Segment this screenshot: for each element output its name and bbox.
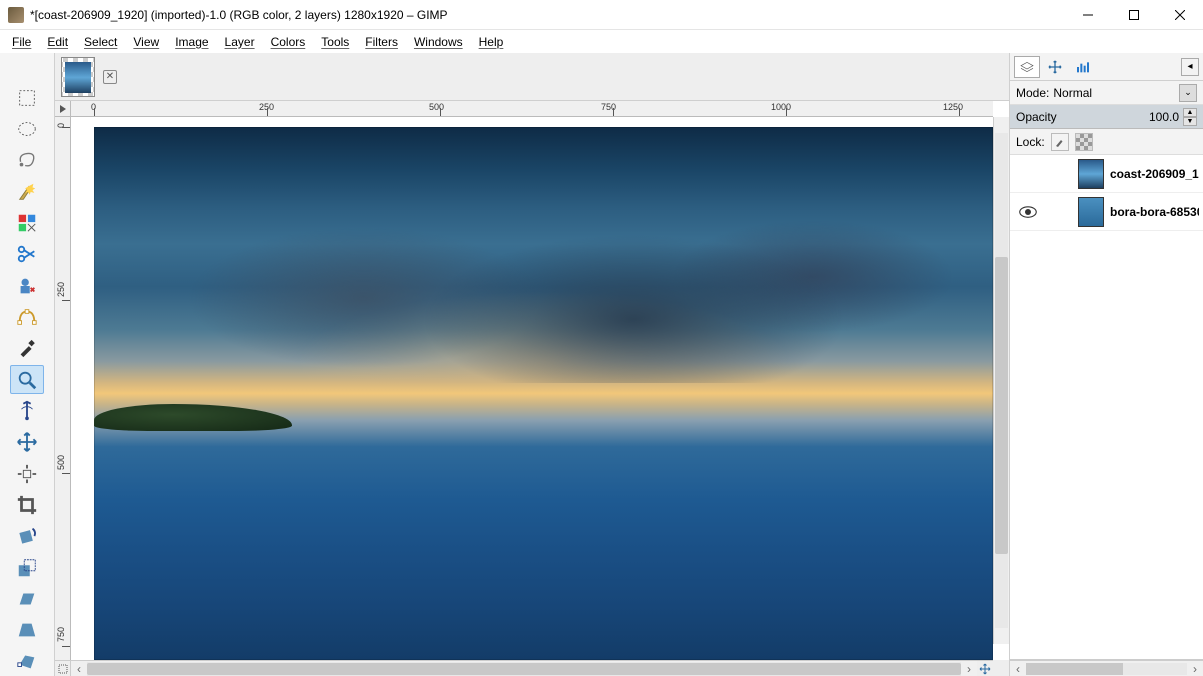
move-icon [979,663,991,675]
scroll-right-arrow[interactable]: › [961,662,977,676]
rotate-tool[interactable] [10,522,44,551]
layers-tab[interactable] [1014,56,1040,78]
ruler-origin[interactable] [55,101,71,117]
channels-tab[interactable] [1042,56,1068,78]
paths-tool[interactable] [10,302,44,331]
menu-colors[interactable]: Colors [263,32,314,52]
scale-tool[interactable] [10,553,44,582]
ruler-vertical[interactable]: 0 250 500 750 [55,117,71,660]
window-title: *[coast-206909_1920] (imported)-1.0 (RGB… [30,8,448,22]
close-button[interactable] [1157,0,1203,30]
toolbox [0,53,55,676]
mode-value: Normal [1049,86,1179,100]
title-bar: *[coast-206909_1920] (imported)-1.0 (RGB… [0,0,1203,30]
image-tabs: ✕ [55,53,1009,101]
lock-alpha-toggle[interactable] [1075,133,1093,151]
eye-icon [1019,205,1037,219]
vertical-scrollbar[interactable] [993,117,1009,644]
menu-edit[interactable]: Edit [39,32,76,52]
shear-tool[interactable] [10,584,44,613]
layer-thumbnail [1078,159,1104,189]
scroll-corner [993,660,1009,676]
quick-mask-icon [58,664,68,674]
quick-mask-toggle[interactable] [55,660,71,676]
canvas-viewport[interactable] [71,117,993,660]
move-icon [1047,59,1063,75]
maximize-button[interactable] [1111,0,1157,30]
paths-tab[interactable] [1070,56,1096,78]
ruler-horizontal[interactable]: 0 250 500 750 1000 1250 [71,101,993,117]
opacity-row[interactable]: Opacity 100.0 ▲▼ [1010,105,1203,129]
layer-name[interactable]: coast-206909_1920 [1110,167,1199,181]
image-island [94,404,292,431]
mode-label: Mode: [1016,86,1049,100]
opacity-label: Opacity [1016,110,1149,124]
chevron-right-icon [58,104,68,114]
menu-help[interactable]: Help [471,32,512,52]
opacity-value: 100.0 [1149,110,1179,124]
canvas-area: 0 250 500 750 1000 1250 0 250 500 [55,101,1009,676]
menu-view[interactable]: View [125,32,167,52]
align-tool[interactable] [10,459,44,488]
navigate-button[interactable] [977,660,993,676]
menu-select[interactable]: Select [76,32,125,52]
layer-list: coast-206909_1920 bora-bora-685303 [1010,155,1203,660]
horizontal-scrollbar[interactable]: ‹ › [71,660,977,676]
menu-bar: File Edit Select View Image Layer Colors… [0,30,1203,53]
opacity-spinner[interactable]: ▲▼ [1183,108,1197,126]
menu-image[interactable]: Image [167,32,216,52]
layer-name[interactable]: bora-bora-685303 [1110,205,1199,219]
unified-transform-tool[interactable] [10,647,44,676]
perspective-tool[interactable] [10,615,44,644]
menu-windows[interactable]: Windows [406,32,471,52]
horizontal-scroll-thumb[interactable] [87,663,961,675]
menu-tools[interactable]: Tools [313,32,357,52]
layers-icon [1019,59,1035,75]
ellipse-select-tool[interactable] [10,114,44,143]
dock-scroll-thumb[interactable] [1026,663,1123,675]
measure-tool[interactable] [10,396,44,425]
scroll-left-arrow[interactable]: ‹ [71,662,87,676]
image-window: ✕ 0 250 500 750 1000 1250 0 [55,53,1009,676]
menu-filters[interactable]: Filters [357,32,406,52]
layer-visibility-toggle[interactable] [1014,205,1042,219]
image-tab-thumb[interactable] [61,57,95,97]
zoom-tool[interactable] [10,365,44,394]
menu-file[interactable]: File [4,32,39,52]
image-clouds [94,170,993,383]
layer-row[interactable]: coast-206909_1920 [1010,155,1203,193]
histogram-icon [1075,59,1091,75]
dock-horizontal-scrollbar[interactable]: ‹ › [1010,660,1203,676]
brush-icon [1054,136,1066,148]
lock-row: Lock: [1010,129,1203,155]
mode-dropdown[interactable]: ⌄ [1179,84,1197,102]
rectangle-select-tool[interactable] [10,83,44,112]
layer-thumbnail [1078,197,1104,227]
scissors-tool[interactable] [10,240,44,269]
foreground-select-tool[interactable] [10,271,44,300]
vertical-scroll-thumb[interactable] [995,257,1008,554]
dock-tabs: ◂ [1010,53,1203,81]
fuzzy-select-tool[interactable] [10,177,44,206]
menu-layer[interactable]: Layer [217,32,263,52]
crop-tool[interactable] [10,490,44,519]
scroll-left-arrow[interactable]: ‹ [1010,662,1026,676]
dock-menu-button[interactable]: ◂ [1181,58,1199,76]
scroll-right-arrow[interactable]: › [1187,662,1203,676]
layer-row[interactable]: bora-bora-685303 [1010,193,1203,231]
color-picker-tool[interactable] [10,334,44,363]
blend-mode-row: Mode: Normal ⌄ [1010,81,1203,105]
lock-pixels-toggle[interactable] [1051,133,1069,151]
lock-label: Lock: [1016,135,1045,149]
minimize-button[interactable] [1065,0,1111,30]
layers-dock: ◂ Mode: Normal ⌄ Opacity 100.0 ▲▼ Lock: … [1009,53,1203,676]
by-color-select-tool[interactable] [10,208,44,237]
canvas-image [94,127,993,660]
image-tab-close[interactable]: ✕ [103,70,117,84]
free-select-tool[interactable] [10,146,44,175]
app-icon [8,7,24,23]
move-tool[interactable] [10,428,44,457]
